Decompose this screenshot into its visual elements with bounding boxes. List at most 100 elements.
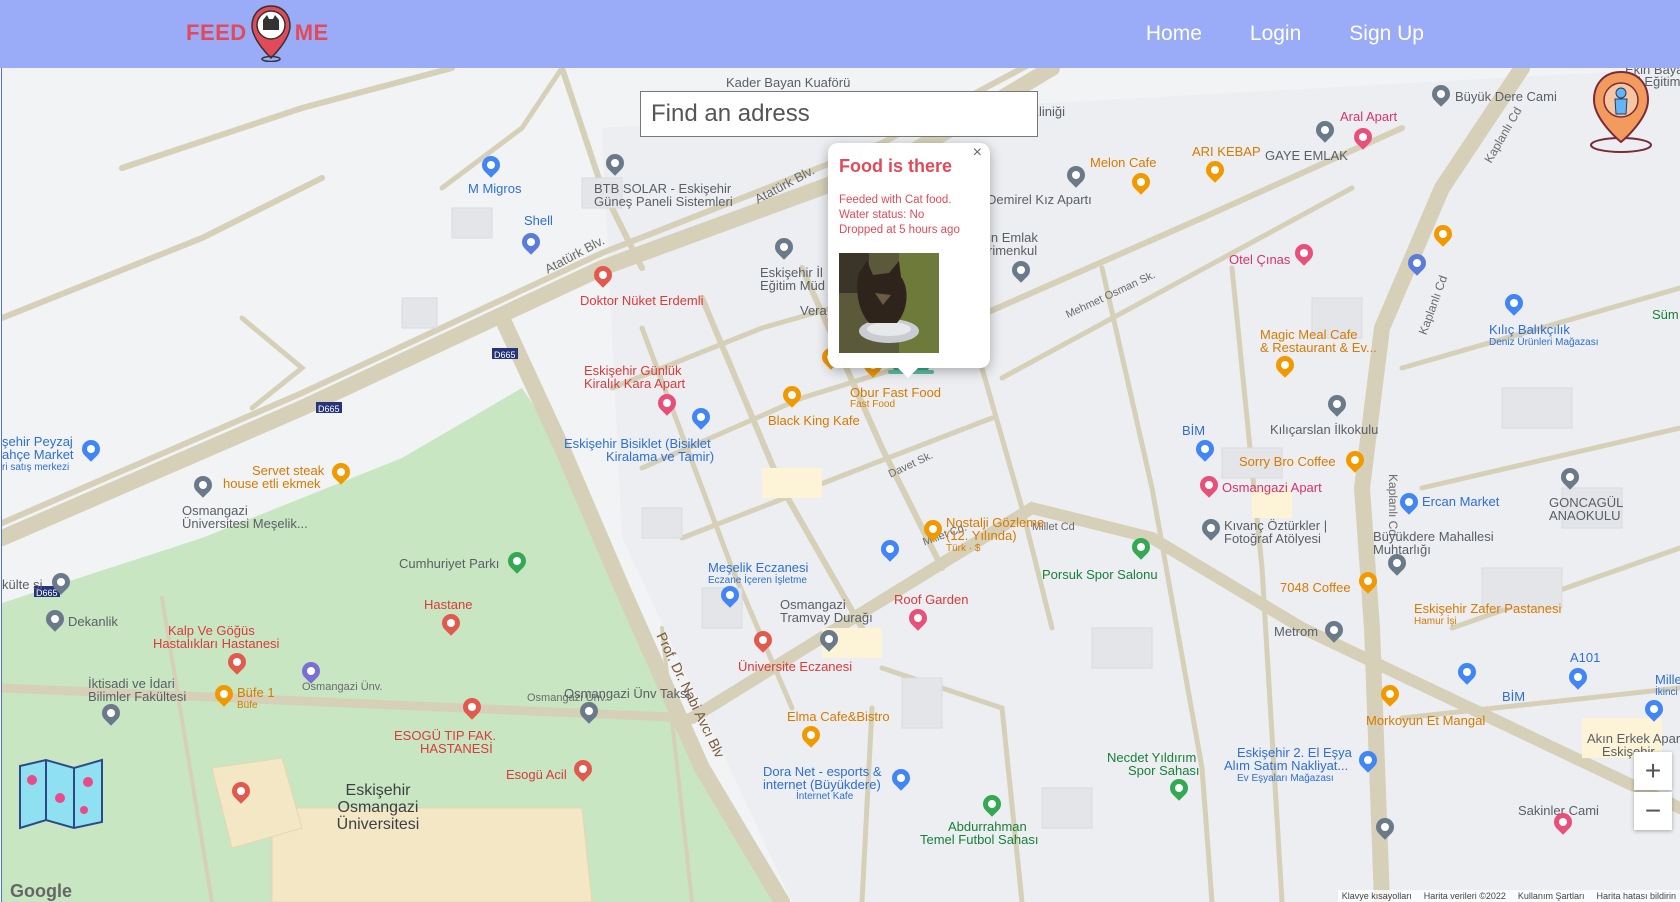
keyboard-shortcuts-link[interactable]: Klavye kısayolları [1342, 891, 1412, 901]
place-label[interactable]: Vera [800, 304, 827, 318]
zoom-in-button[interactable]: + [1634, 752, 1672, 790]
top-navbar: FEED ME Home Login Sign Up [0, 0, 1680, 68]
google-logo: Google [10, 881, 72, 901]
place-label[interactable]: Black King Kafe [768, 414, 860, 428]
place-label[interactable]: Metrom [1274, 625, 1318, 639]
nav-home-link[interactable]: Home [1146, 22, 1202, 46]
place-label[interactable]: Büyük Dere Cami [1455, 90, 1557, 104]
place-label[interactable]: Elma Cafe&Bistro [787, 710, 890, 724]
food-type-text: Feeded with Cat food. [839, 194, 952, 206]
place-label[interactable]: külte si [2, 578, 42, 592]
place-label[interactable]: Üniversitesi Meşelik... [182, 517, 308, 531]
place-label[interactable]: BİM [1502, 690, 1525, 704]
place-label[interactable]: Türk · $ [946, 542, 980, 556]
nav-login-link[interactable]: Login [1250, 22, 1301, 46]
place-label[interactable]: Doktor Nüket Erdemli [580, 294, 704, 308]
cat-eating-photo [839, 253, 939, 353]
place-label[interactable]: Kılıçarslan İlkokulu [1270, 423, 1378, 437]
place-label[interactable]: Tramvay Durağı [780, 611, 873, 625]
place-label[interactable]: house etli ekmek [223, 477, 321, 491]
user-location-marker-icon[interactable] [1588, 70, 1654, 154]
place-label[interactable]: Hastane [424, 598, 472, 612]
place-label[interactable]: Bilimler Fakültesi [88, 690, 186, 704]
report-error-link[interactable]: Harita hatası bildirin [1596, 891, 1676, 901]
place-label[interactable]: Süm [1652, 308, 1679, 322]
place-label[interactable]: Kader Bayan Kuaförü [726, 76, 850, 90]
place-label[interactable]: 7048 Coffee [1280, 581, 1351, 595]
place-label[interactable]: & Restaurant & Ev... [1260, 341, 1377, 355]
place-label[interactable]: Büfe [237, 699, 258, 713]
highway-shield-d665: D665 [494, 350, 516, 360]
place-label[interactable]: Kiralık Kara Apart [584, 377, 685, 391]
place-label[interactable]: Melon Cafe [1090, 156, 1156, 170]
place-label[interactable]: Eskişehir [328, 783, 428, 799]
street-label: Osmangazi Ünv. [302, 681, 383, 693]
place-label[interactable]: İkinci El M [1655, 686, 1680, 700]
place-label[interactable]: Ercan Market [1422, 495, 1499, 509]
place-label[interactable]: Dekanlik [68, 615, 118, 629]
map-attribution: Klavye kısayolları Harita verileri ©2022… [1337, 890, 1680, 902]
place-label[interactable]: Meşelik Eczanesi [708, 561, 808, 575]
place-label[interactable]: Güneş Paneli Sistemleri [594, 195, 733, 209]
place-label[interactable]: (12. Yılında) [946, 529, 1017, 543]
place-label[interactable]: Eğitim Müd [760, 279, 825, 293]
place-label[interactable]: Temel Futbol Sahası [920, 833, 1039, 847]
place-label[interactable]: Sorry Bro Coffee [1239, 455, 1336, 469]
nav-signup-link[interactable]: Sign Up [1349, 22, 1424, 46]
place-label[interactable]: Spor Sahası [1128, 764, 1200, 778]
food-info-popup: × Food is there Feeded with Cat food. Wa… [828, 143, 990, 378]
place-label[interactable]: A101 [1570, 651, 1600, 665]
place-label[interactable]: ANAOKULU [1549, 509, 1621, 523]
zoom-out-button[interactable]: − [1634, 792, 1672, 830]
terms-link[interactable]: Kullanım Şartları [1518, 891, 1585, 901]
logo-text-me: ME [294, 20, 329, 45]
place-label[interactable]: Ev Eşyaları Mağazası [1237, 772, 1334, 786]
place-label[interactable]: Roof Garden [894, 593, 968, 607]
place-label[interactable]: Osmangazi Apart [1222, 481, 1322, 495]
place-label[interactable]: Esogü Acil [506, 768, 567, 782]
place-label[interactable]: Otel Çınas [1229, 253, 1290, 267]
place-label[interactable]: Üniversitesi [328, 817, 428, 833]
feedme-logo[interactable]: FEED ME [186, 4, 329, 62]
place-label[interactable]: M Migros [468, 182, 521, 196]
highway-shield-d665: D665 [318, 404, 340, 414]
place-label[interactable]: Cumhuriyet Parkı [399, 557, 499, 571]
place-label[interactable]: rimenkul [988, 244, 1037, 258]
place-label[interactable]: Fotoğraf Atölyesi [1224, 532, 1321, 546]
logo-text-feed: FEED [186, 20, 247, 45]
place-label[interactable]: Büfe 1 [237, 686, 275, 700]
place-label[interactable]: Fast Food [850, 398, 895, 412]
place-label[interactable]: Hastalıkları Hastanesi [153, 637, 279, 651]
place-label[interactable]: Morkoyun Et Mangal [1366, 714, 1485, 728]
place-label[interactable]: İnternet Kafe [796, 790, 853, 804]
place-label[interactable]: Osmangazi Ünv Taksi [564, 687, 689, 701]
place-label[interactable]: Aral Apart [1340, 110, 1397, 124]
place-label[interactable]: Porsuk Spor Salonu [1042, 568, 1158, 582]
place-label[interactable]: Kiralama ve Tamir) [606, 450, 714, 464]
drop-time-text: Dropped at 5 hours ago [839, 224, 960, 236]
place-label[interactable]: Hamur İşi [1414, 615, 1457, 629]
place-label[interactable]: Eczane İçeren İşletme [708, 574, 807, 588]
address-search-input[interactable] [640, 91, 1038, 137]
map-data-text: Harita verileri ©2022 [1423, 891, 1506, 901]
popup-title: Food is there [839, 156, 953, 176]
place-label[interactable]: ahçe Market [2, 448, 74, 462]
place-label[interactable]: Demirel Kız Apartı [987, 193, 1092, 207]
place-label[interactable]: Üniversite Eczanesi [738, 660, 852, 674]
place-label[interactable]: BİM [1182, 424, 1205, 438]
place-label[interactable]: ri satış merkezi [2, 461, 69, 475]
street-label: Kaplanlı Cd [1386, 473, 1401, 537]
place-label[interactable]: Eskişehir Zafer Pastanesi [1414, 602, 1561, 616]
place-label[interactable]: HASTANESİ [420, 742, 493, 756]
place-label[interactable]: Osmangazi [328, 800, 428, 816]
place-label[interactable]: Kılıç Balıkçılık [1489, 323, 1570, 337]
place-label[interactable]: Shell [524, 214, 553, 228]
place-label[interactable]: ARI KEBAP [1192, 145, 1261, 159]
place-label[interactable]: GAYE EMLAK [1265, 149, 1348, 163]
logo-pin-icon [250, 5, 291, 62]
place-label[interactable]: Alım Satım Nakliyat... [1224, 759, 1348, 773]
place-label[interactable]: Millet Sp [1655, 673, 1680, 687]
map-type-toggle-icon[interactable] [18, 758, 104, 830]
popup-close-button[interactable]: × [973, 144, 982, 162]
place-label[interactable]: Deniz Ürünleri Mağazası [1489, 336, 1599, 350]
